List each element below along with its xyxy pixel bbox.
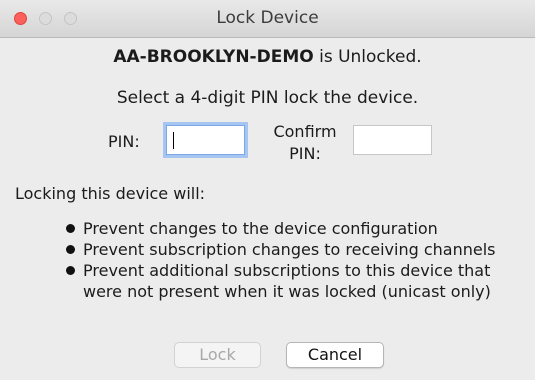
warning-item-text: Prevent additional subscriptions to this… — [83, 261, 491, 280]
warning-item-text: Prevent changes to the device configurat… — [83, 219, 438, 238]
warning-item: Prevent subscription changes to receivin… — [66, 239, 531, 260]
confirm-pin-input[interactable] — [353, 125, 432, 155]
bullet-icon — [66, 266, 75, 275]
instruction-text: Select a 4-digit PIN lock the device. — [116, 88, 419, 108]
bullet-icon — [66, 245, 75, 254]
warning-item: Prevent changes to the device configurat… — [66, 218, 531, 239]
warning-item-text-continued: were not present when it was locked (uni… — [83, 282, 491, 301]
title-bar: Lock Device — [0, 0, 535, 38]
bullet-icon — [66, 224, 75, 233]
confirm-pin-label-line2: PIN: — [289, 144, 321, 163]
window-title: Lock Device — [216, 8, 319, 28]
device-status: AA-BROOKLYN-DEMO is Unlocked. — [0, 47, 535, 67]
warning-item: Prevent additional subscriptions to this… — [66, 260, 531, 302]
pin-label: PIN: — [108, 132, 140, 151]
confirm-pin-label-line1: Confirm — [273, 122, 337, 141]
warning-list: Prevent changes to the device configurat… — [66, 218, 531, 302]
lock-button[interactable]: Lock — [174, 342, 261, 368]
status-text: is Unlocked. — [313, 47, 422, 67]
warning-heading: Locking this device will: — [15, 184, 206, 203]
warning-item-text: Prevent subscription changes to receivin… — [83, 240, 496, 259]
text-caret — [173, 132, 174, 149]
pin-input[interactable] — [166, 125, 245, 155]
confirm-pin-label: Confirm PIN: — [267, 121, 343, 165]
device-name: AA-BROOKLYN-DEMO — [113, 47, 314, 67]
cancel-button[interactable]: Cancel — [286, 342, 384, 368]
